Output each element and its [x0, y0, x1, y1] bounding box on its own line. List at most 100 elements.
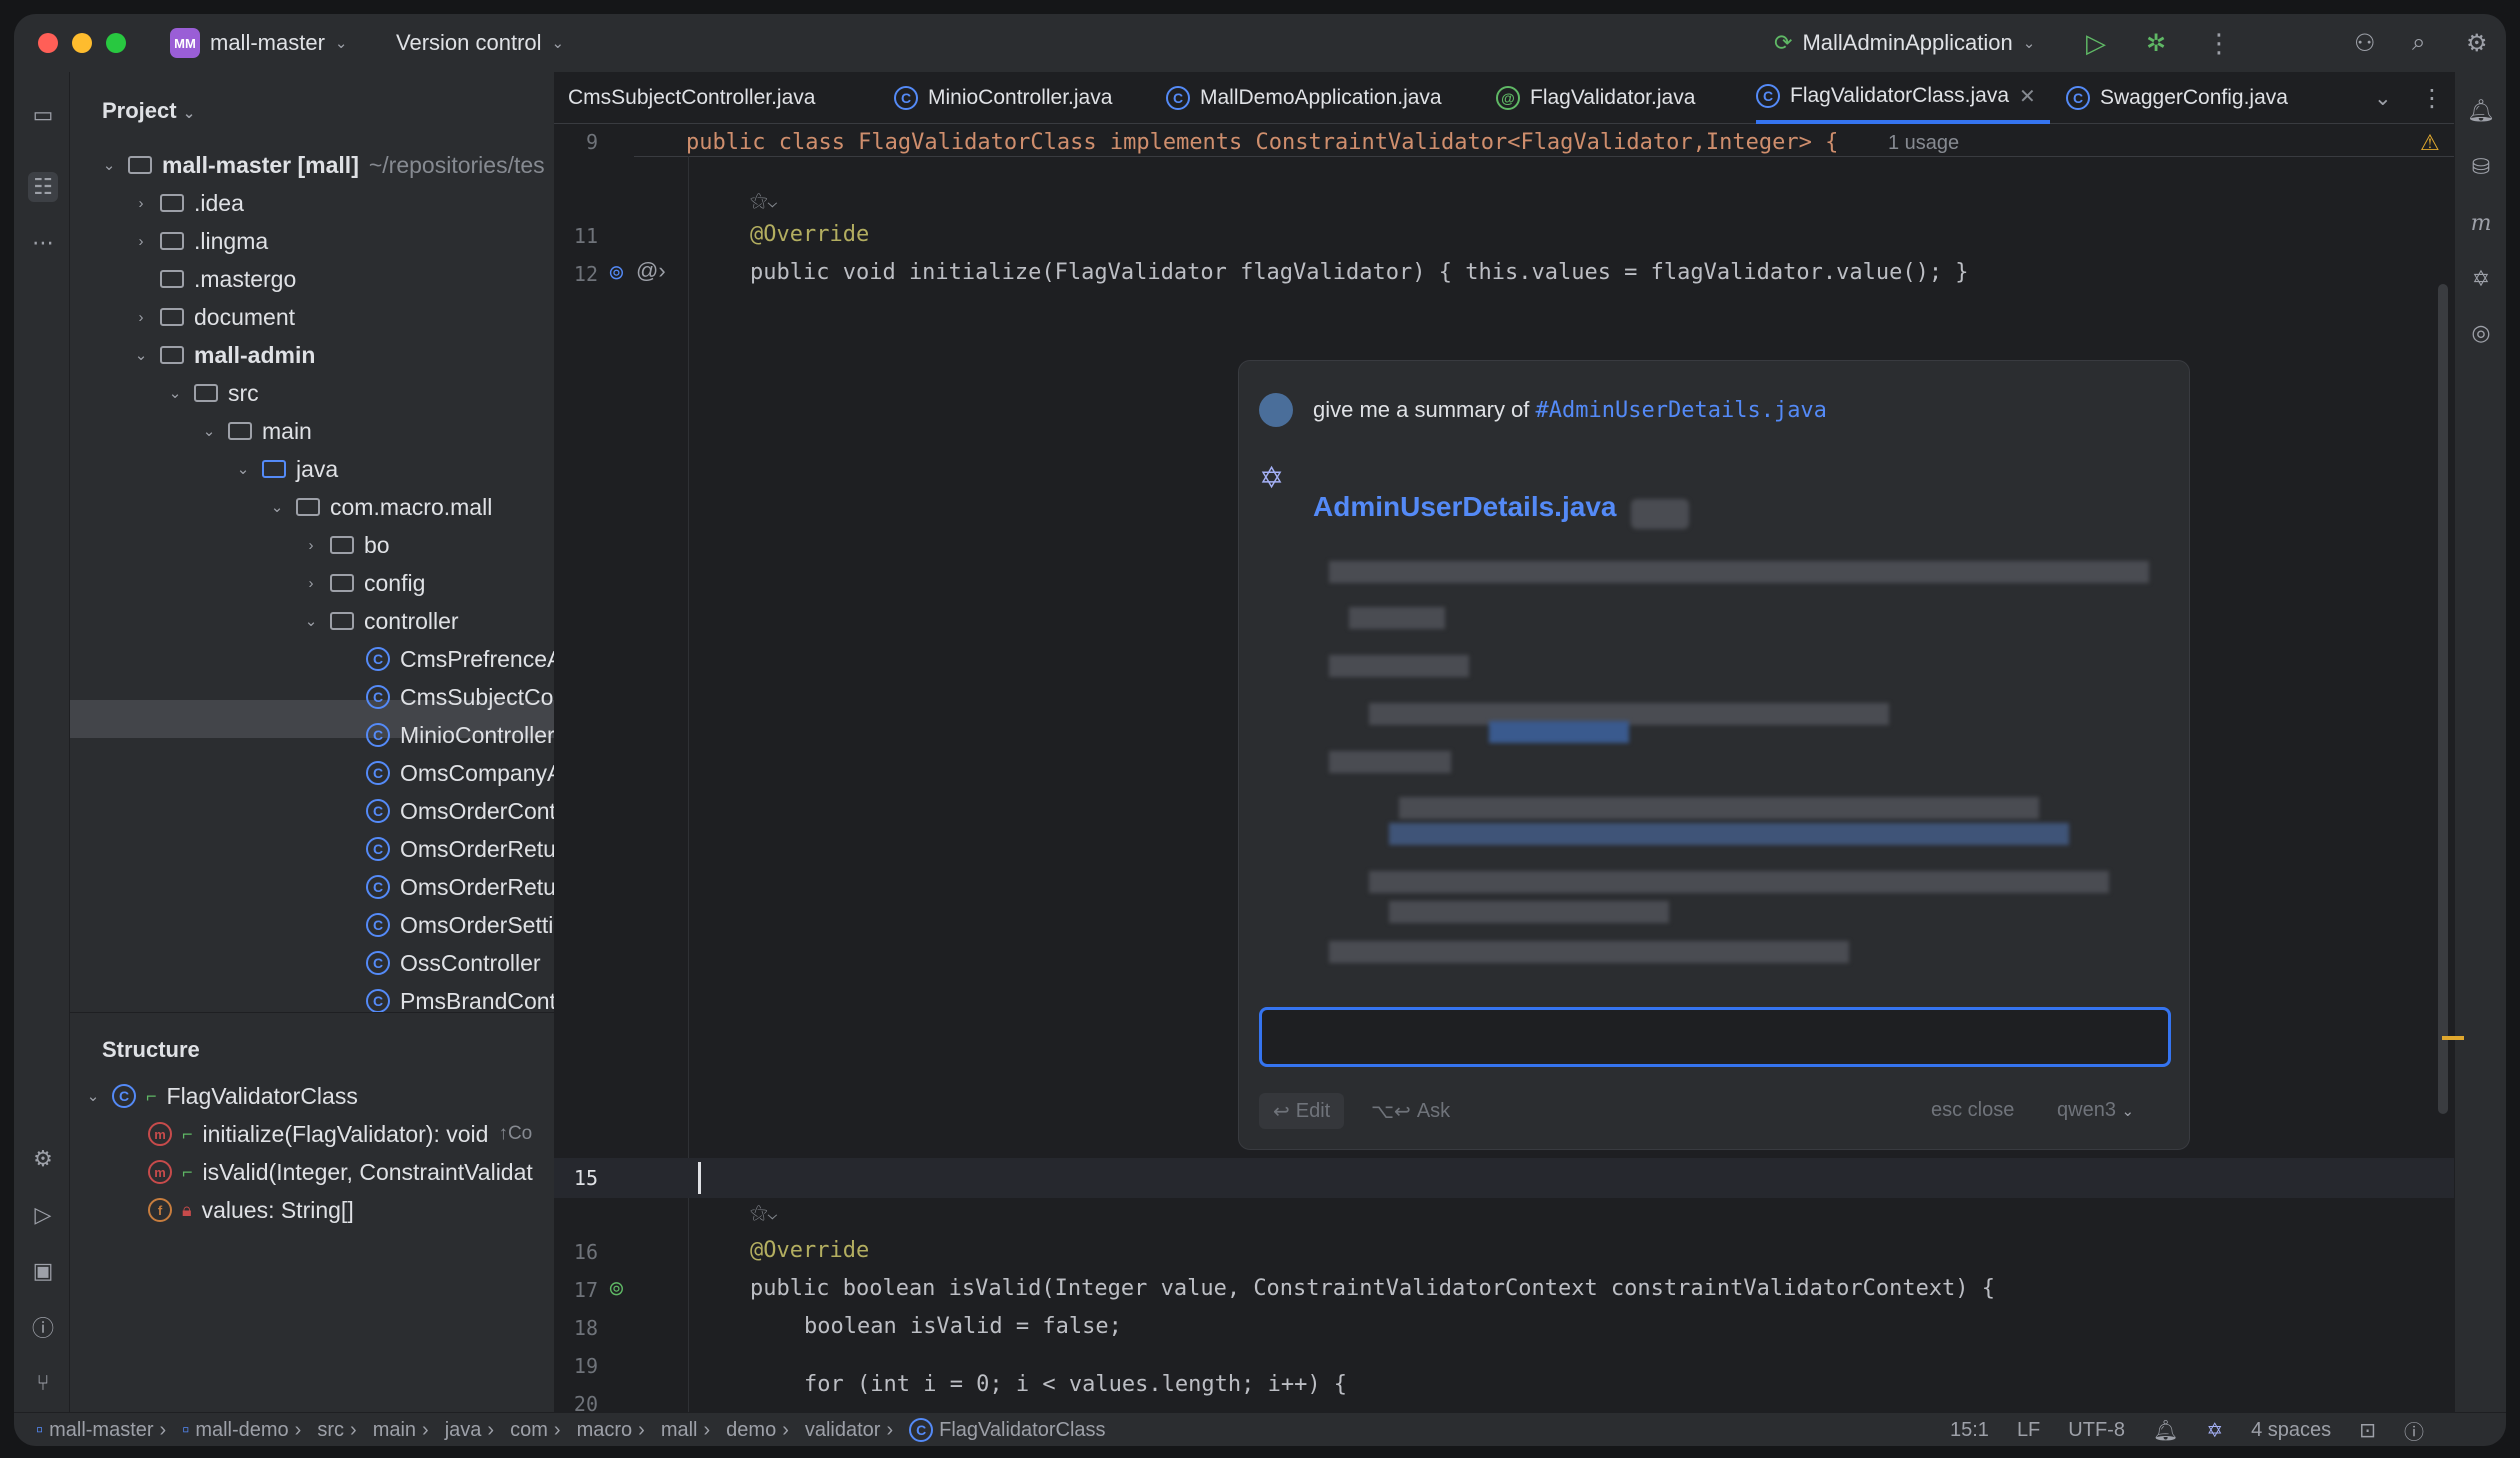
project-folder-icon[interactable]: ▭	[28, 100, 58, 130]
breadcrumb-item[interactable]: mall-master	[49, 1419, 153, 1442]
tree-item-idea[interactable]: › .idea	[132, 184, 244, 222]
breadcrumb-item[interactable]: mall	[661, 1419, 698, 1442]
zoom-window-button[interactable]	[106, 33, 126, 53]
close-tab-icon[interactable]: ✕	[2019, 84, 2036, 109]
ask-button[interactable]: ⌥↩ Ask	[1357, 1093, 1464, 1129]
response-title[interactable]: AdminUserDetails.java	[1313, 491, 1616, 523]
close-window-button[interactable]	[38, 33, 58, 53]
tree-item-mastergo[interactable]: .mastergo	[132, 260, 296, 298]
file-reference-link[interactable]: #AdminUserDetails.java	[1536, 398, 1827, 423]
breadcrumb-item[interactable]: src	[317, 1419, 344, 1442]
tree-item-config[interactable]: › config	[302, 564, 426, 602]
tab-minio-controller[interactable]: C MinioController.java	[894, 72, 1112, 124]
minimize-window-button[interactable]	[72, 33, 92, 53]
debug-icon[interactable]: ✲	[2146, 14, 2166, 72]
settings-gear-icon[interactable]: ⚙	[2466, 14, 2488, 72]
tree-item-class[interactable]: C PmsBrandConti	[366, 982, 554, 1012]
problems-status-icon[interactable]: ⓘ	[2404, 1416, 2424, 1445]
breadcrumb-item[interactable]: main	[373, 1419, 416, 1442]
tree-item-package[interactable]: ⌄ com.macro.mall	[268, 488, 493, 526]
implements-gutter-icon[interactable]: ⊚	[608, 1276, 625, 1301]
ai-prompt-input[interactable]	[1259, 1007, 2171, 1067]
tree-item-class[interactable]: C CmsPrefrenceA	[366, 640, 554, 678]
notification-bell-icon[interactable]: 🔔︎	[2153, 1418, 2178, 1443]
tree-item-class[interactable]: C OmsOrderSetti	[366, 906, 553, 944]
line-ending[interactable]: LF	[2017, 1419, 2040, 1442]
edit-button[interactable]: ↩ Edit	[1259, 1093, 1345, 1129]
line-number: 12	[573, 262, 598, 286]
vcs-label: Version control	[396, 30, 542, 55]
run-tool-icon[interactable]: ▷	[28, 1200, 58, 1230]
structure-member[interactable]: m ⌐ initialize(FlagValidator): void ↑Co	[148, 1115, 532, 1153]
services-icon[interactable]: ⚙	[28, 1144, 58, 1174]
problems-icon[interactable]: ⓘ	[28, 1312, 58, 1342]
tree-item-class[interactable]: C OssController	[366, 944, 541, 982]
tree-item-src[interactable]: ⌄ src	[166, 374, 259, 412]
tree-item-controller[interactable]: ⌄ controller	[302, 602, 459, 640]
ai-assistant-icon[interactable]: ✡	[2466, 264, 2496, 294]
tab-flag-validator[interactable]: @ FlagValidator.java	[1496, 72, 1695, 124]
account-icon[interactable]: ⚇	[2354, 14, 2376, 72]
project-switcher[interactable]: MM mall-master ⌄	[170, 14, 347, 72]
tree-item-class[interactable]: C OmsCompanyA	[366, 754, 554, 792]
tabs-more-icon[interactable]: ⋮	[2420, 72, 2444, 124]
tree-item-mall-admin[interactable]: ⌄ mall-admin	[132, 336, 316, 374]
structure-member[interactable]: m ⌐ isValid(Integer, ConstraintValidat	[148, 1153, 533, 1191]
ai-status-icon[interactable]: ✡	[2206, 1418, 2223, 1443]
maven-icon[interactable]: m	[2466, 208, 2496, 238]
breadcrumb-item[interactable]: macro	[577, 1419, 633, 1442]
tree-item-class[interactable]: C OmsOrderRetur	[366, 868, 554, 906]
ai-inline-icon[interactable]: ⚝⌄	[750, 1202, 777, 1223]
copilot-icon[interactable]: ◎	[2466, 318, 2496, 348]
search-icon[interactable]: ⌕	[2412, 14, 2425, 72]
tab-swagger-config[interactable]: C SwaggerConfig.java	[2066, 72, 2288, 124]
tree-item-class[interactable]: C OmsOrderConti	[366, 792, 554, 830]
module-folder-icon	[160, 346, 184, 364]
tabs-dropdown-icon[interactable]: ⌄	[2374, 72, 2392, 124]
implements-gutter-icon[interactable]: ⊚	[608, 260, 625, 285]
tree-item-main[interactable]: ⌄ main	[200, 412, 312, 450]
structure-member[interactable]: f 🔒︎ values: String[]	[148, 1191, 354, 1229]
caret-position[interactable]: 15:1	[1950, 1419, 1989, 1442]
tab-flag-validator-class[interactable]: C FlagValidatorClass.java ✕	[1756, 72, 2050, 124]
more-tools-icon[interactable]: ⋯	[28, 228, 58, 258]
annotation-icon: @	[1496, 86, 1520, 110]
public-icon: ⌐	[182, 1123, 193, 1144]
at-gutter-icon[interactable]: @›	[636, 258, 666, 284]
breadcrumb-item[interactable]: mall-demo	[195, 1419, 288, 1442]
database-icon[interactable]: ⛁	[2466, 152, 2496, 182]
terminal-icon[interactable]: ▣	[28, 1256, 58, 1286]
ai-inline-icon[interactable]: ⚝⌄	[750, 190, 777, 211]
editor-scrollbar[interactable]	[2438, 284, 2448, 1114]
tab-mall-demo-application[interactable]: C MallDemoApplication.java	[1166, 72, 1442, 124]
file-encoding[interactable]: UTF-8	[2068, 1419, 2125, 1442]
readonly-lock-icon[interactable]: ⊡	[2359, 1418, 2376, 1443]
model-selector[interactable]: qwen3 ⌄	[2057, 1099, 2134, 1122]
tree-root[interactable]: ⌄ mall-master [mall] ~/repositories/tes	[100, 146, 545, 184]
vcs-menu[interactable]: Version control ⌄	[396, 14, 564, 72]
breadcrumb-item[interactable]: com	[510, 1419, 548, 1442]
tree-item-class[interactable]: C MinioController	[366, 716, 554, 754]
tree-item-lingma[interactable]: › .lingma	[132, 222, 269, 260]
git-icon[interactable]: ⑂	[28, 1368, 58, 1398]
tree-item-class[interactable]: C OmsOrderRetur	[366, 830, 554, 868]
tree-item-java[interactable]: ⌄ java	[234, 450, 339, 488]
indent-setting[interactable]: 4 spaces	[2251, 1419, 2331, 1442]
breadcrumb-item[interactable]: demo	[726, 1419, 776, 1442]
tree-item-class[interactable]: C CmsSubjectCor	[366, 678, 554, 716]
notifications-icon[interactable]: 🔔︎	[2466, 96, 2496, 126]
breadcrumb-item[interactable]: FlagValidatorClass	[939, 1419, 1105, 1442]
structure-class-node[interactable]: ⌄ C ⌐ FlagValidatorClass	[84, 1077, 358, 1115]
redacted-badge	[1631, 499, 1689, 529]
more-options-icon[interactable]: ⋮	[2206, 14, 2232, 72]
breadcrumb-item[interactable]: validator	[805, 1419, 881, 1442]
run-icon[interactable]: ▷	[2086, 14, 2106, 72]
structure-icon[interactable]: ☷	[28, 172, 58, 202]
breadcrumb-item[interactable]: java	[445, 1419, 482, 1442]
warning-icon[interactable]: ⚠	[2420, 130, 2440, 156]
tree-item-document[interactable]: › document	[132, 298, 296, 336]
project-panel-header[interactable]: Project ⌄	[102, 98, 195, 124]
tab-cms-subject-controller[interactable]: CmsSubjectController.java	[568, 72, 815, 124]
run-config-selector[interactable]: ⟳ MallAdminApplication ⌄	[1774, 14, 2035, 72]
tree-item-bo[interactable]: › bo	[302, 526, 390, 564]
